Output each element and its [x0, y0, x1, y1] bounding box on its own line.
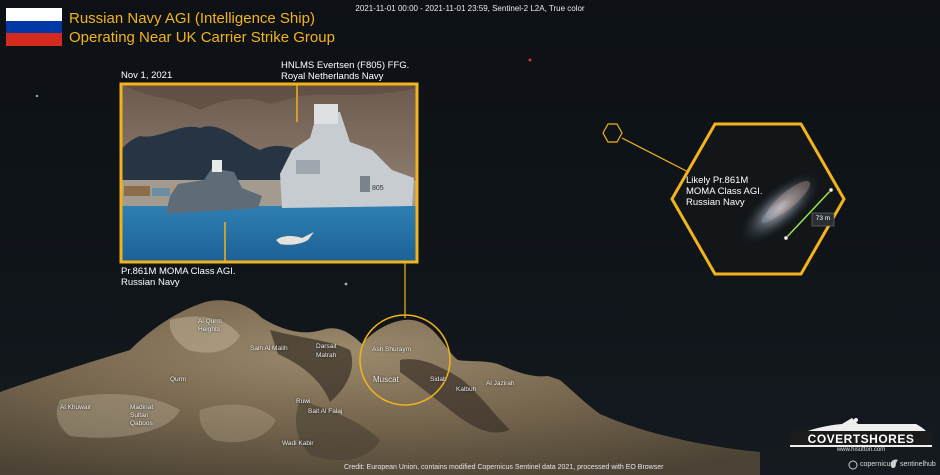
agi-label-2: Russian Navy [121, 277, 180, 288]
brand-sub-text: www.hisutton.com [836, 447, 886, 453]
measure-text: 73 m [815, 215, 831, 222]
place-label: Al Qurm Heights [198, 318, 222, 333]
boat-speck [528, 58, 532, 62]
place-label: Ruwi [296, 398, 311, 405]
copernicus-text: copernicus [860, 461, 894, 468]
agi-label-1: Pr.861M MOMA Class AGI. [121, 266, 236, 277]
hex-label-1: Likely Pr.861M [686, 175, 749, 186]
hex-label-3: Russian Navy [686, 197, 745, 208]
hex-label-2: MOMA Class AGI. [686, 186, 763, 197]
place-label: Madinat Sultan Qaboos [130, 404, 154, 427]
place-label: Sidab [430, 376, 447, 383]
periscope-icon [854, 418, 858, 422]
place-label: Darsait [316, 343, 337, 350]
inset-date: Nov 1, 2021 [121, 70, 173, 81]
credit-text: Credit: European Union, contains modifie… [344, 464, 664, 471]
place-label: Saih Al Malih [250, 345, 288, 352]
sentinelhub-text: sentinelhub [900, 461, 936, 468]
brand-main-text: COVERTSHORES [807, 432, 915, 446]
place-label: Bait Al Falaj [308, 408, 343, 415]
boat-speck [35, 94, 39, 98]
hull-number: 805 [372, 185, 384, 192]
russia-flag [6, 8, 62, 46]
place-label: Matrah [316, 352, 337, 359]
boat-speck [344, 282, 348, 286]
frigate-label-2: Royal Netherlands Navy [281, 71, 384, 82]
place-label: Wadi Kabir [282, 440, 314, 447]
frigate-label-1: HNLMS Evertsen (F805) FFG. [281, 60, 410, 71]
place-label: Ash Shuraym [372, 346, 412, 353]
inset-photo: 805 [121, 84, 417, 262]
ruler-end [783, 235, 789, 241]
place-label: Kalbuh [456, 386, 477, 393]
title-line-1: Russian Navy AGI (Intelligence Ship) [69, 10, 315, 27]
title-line-2: Operating Near UK Carrier Strike Group [69, 29, 335, 46]
place-label: Qurm [170, 376, 187, 383]
ruler-end [828, 187, 834, 193]
place-label: Al Khuwair [60, 404, 92, 411]
place-label: Al Jazirah [486, 380, 515, 387]
place-label: Muscat [373, 375, 399, 384]
